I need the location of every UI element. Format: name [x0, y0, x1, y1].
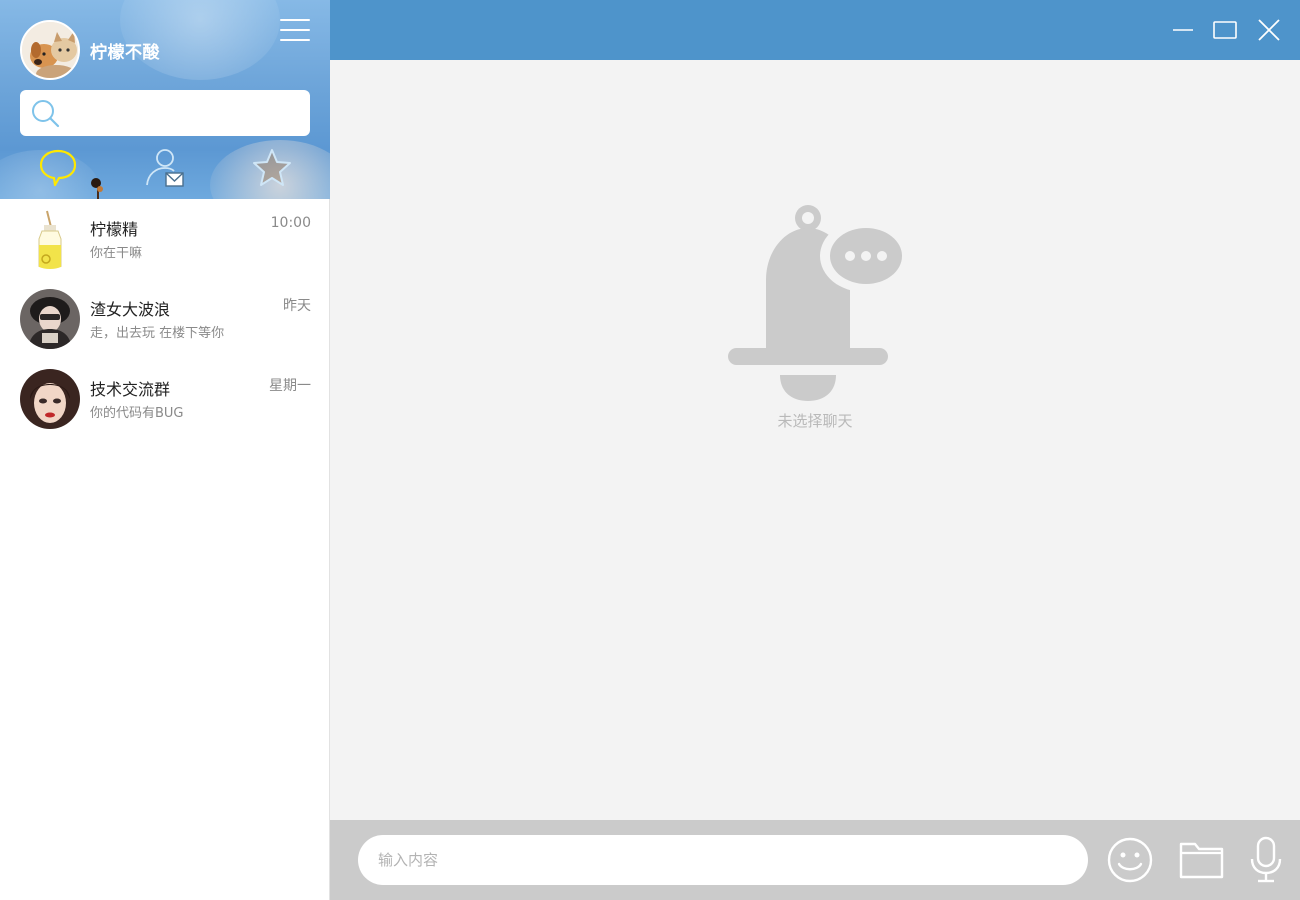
message-input[interactable]	[358, 835, 1088, 885]
search-input[interactable]	[66, 98, 300, 128]
contact-name: 柠檬精	[90, 220, 139, 239]
chat-list-item[interactable]: 柠檬精 你在干嘛 10:00	[0, 199, 330, 279]
search-icon	[32, 100, 60, 128]
bell-message-icon	[728, 205, 906, 401]
contact-avatar	[20, 289, 80, 349]
contact-name: 技术交流群	[90, 380, 171, 399]
chat-area: 未选择聊天	[330, 60, 1300, 820]
folder-icon[interactable]	[1177, 835, 1227, 885]
maximize-icon[interactable]	[1210, 15, 1240, 45]
chat-list-item[interactable]: 技术交流群 你的代码有BUG 星期一	[0, 359, 330, 439]
composer-bar	[330, 820, 1300, 900]
message-time: 星期一	[269, 378, 311, 394]
chat-list: 柠檬精 你在干嘛 10:00 渣女大波浪 走，出去玩 在楼下等你 昨天 技术交流…	[0, 199, 330, 439]
contact-name: 渣女大波浪	[90, 300, 171, 319]
contact-avatar	[20, 369, 80, 429]
close-icon[interactable]	[1254, 15, 1284, 45]
sidebar: 柠檬不酸 柠檬精 你在干嘛 10:00 渣女大波浪 走，出去玩 在楼下等你 昨天…	[0, 0, 330, 900]
search-box[interactable]	[20, 90, 310, 136]
message-time: 昨天	[283, 298, 311, 314]
chat-list-item[interactable]: 渣女大波浪 走，出去玩 在楼下等你 昨天	[0, 279, 330, 359]
menu-icon[interactable]	[280, 19, 310, 41]
header-decoration	[91, 178, 103, 199]
user-name: 柠檬不酸	[90, 43, 160, 63]
message-preview: 你的代码有BUG	[90, 406, 184, 421]
minimize-icon[interactable]	[1168, 15, 1198, 45]
microphone-icon[interactable]	[1241, 835, 1291, 885]
message-preview: 你在干嘛	[90, 246, 143, 261]
user-avatar[interactable]	[20, 20, 80, 80]
message-time: 10:00	[270, 215, 311, 231]
star-icon[interactable]	[252, 147, 292, 189]
contact-mail-icon[interactable]	[145, 147, 185, 189]
contact-avatar	[20, 209, 80, 269]
message-preview: 走，出去玩 在楼下等你	[90, 326, 225, 341]
chat-bubble-icon[interactable]	[38, 147, 78, 189]
empty-state-text: 未选择聊天	[777, 412, 853, 430]
profile-header: 柠檬不酸	[0, 0, 330, 199]
title-bar	[330, 0, 1300, 60]
emoji-icon[interactable]	[1105, 835, 1155, 885]
